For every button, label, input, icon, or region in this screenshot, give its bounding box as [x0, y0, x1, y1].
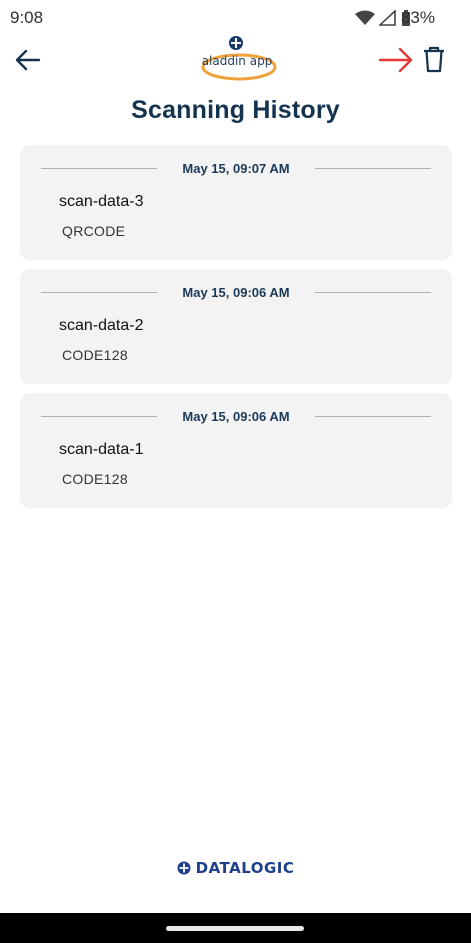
datalogic-logo-icon: [177, 861, 191, 875]
status-bar: 9:08 83%: [0, 0, 471, 34]
divider-right: [315, 292, 431, 293]
footer-logo: DATALOGIC: [0, 859, 471, 877]
scan-name: scan-data-1: [59, 441, 144, 458]
scan-name: scan-data-3: [59, 193, 144, 210]
scan-type: QRCODE: [62, 223, 126, 239]
scan-date: May 15, 09:07 AM: [182, 161, 290, 176]
scan-type: CODE128: [62, 471, 128, 487]
status-time: 9:08: [10, 8, 44, 27]
scan-type: CODE128: [62, 347, 128, 363]
trash-icon: [424, 46, 444, 73]
app-logo: aladdin app: [195, 36, 279, 82]
divider-right: [315, 168, 431, 169]
scan-name: scan-data-2: [59, 317, 144, 334]
delete-history-button[interactable]: [420, 42, 448, 76]
app-bar: aladdin app: [0, 36, 471, 88]
system-nav-bar: [0, 913, 471, 943]
scan-card[interactable]: May 15, 09:07 AM scan-data-3 QRCODE: [20, 145, 452, 260]
scan-date: May 15, 09:06 AM: [182, 409, 290, 424]
logo-text: aladdin app: [201, 54, 273, 68]
scan-card[interactable]: May 15, 09:06 AM scan-data-2 CODE128: [20, 269, 452, 384]
divider-left: [41, 416, 157, 417]
arrow-left-icon: [15, 49, 41, 71]
red-arrow-right-icon: [378, 46, 414, 74]
divider-left: [41, 168, 157, 169]
page-title: Scanning History: [131, 96, 340, 124]
scan-date: May 15, 09:06 AM: [182, 285, 290, 300]
divider-left: [41, 292, 157, 293]
scan-card[interactable]: May 15, 09:06 AM scan-data-1 CODE128: [20, 393, 452, 508]
divider-right: [315, 416, 431, 417]
wifi-icon: [355, 10, 375, 25]
home-gesture-handle[interactable]: [166, 926, 304, 931]
battery-percent: 83%: [400, 8, 435, 27]
back-button[interactable]: [12, 44, 44, 76]
signal-icon: [379, 10, 396, 26]
scan-history-list: May 15, 09:07 AM scan-data-3 QRCODE May …: [20, 145, 452, 517]
footer-brand: DATALOGIC: [195, 859, 295, 877]
